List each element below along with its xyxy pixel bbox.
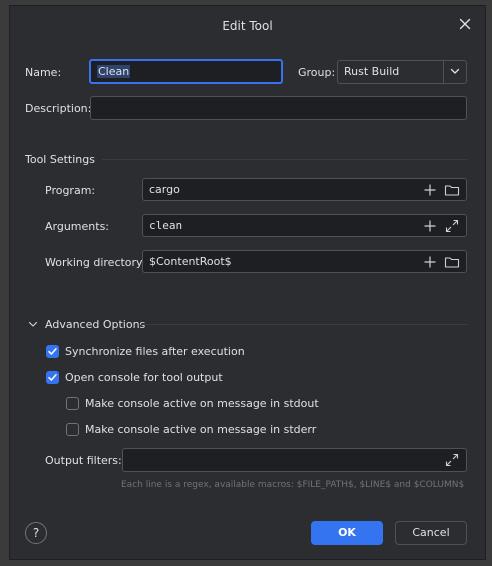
name-value: Clean — [97, 65, 131, 78]
open-console-checkbox[interactable] — [46, 371, 59, 384]
description-input[interactable] — [90, 96, 467, 120]
ok-button[interactable]: OK — [311, 521, 383, 545]
plus-icon[interactable] — [422, 254, 438, 270]
arguments-value: clean — [149, 219, 183, 232]
folder-icon[interactable] — [444, 182, 460, 198]
cancel-button[interactable]: Cancel — [395, 521, 467, 545]
console-active-stdout-label[interactable]: Make console active on message in stdout — [85, 397, 319, 410]
sync-files-checkbox[interactable] — [46, 345, 59, 358]
chevron-down-icon[interactable] — [448, 64, 462, 78]
plus-icon[interactable] — [422, 218, 438, 234]
open-console-label[interactable]: Open console for tool output — [65, 371, 223, 384]
console-active-stderr-checkbox[interactable] — [66, 423, 79, 436]
close-icon[interactable] — [457, 16, 473, 32]
tool-settings-separator — [102, 159, 467, 160]
console-active-stdout-checkbox[interactable] — [66, 397, 79, 410]
working-directory-label: Working directory: — [45, 256, 146, 269]
expand-icon[interactable] — [444, 452, 460, 468]
plus-icon[interactable] — [422, 182, 438, 198]
program-label: Program: — [45, 184, 96, 197]
group-select[interactable]: Rust Build — [337, 60, 467, 84]
description-label: Description: — [25, 102, 92, 115]
name-input[interactable]: Clean — [89, 59, 283, 84]
dialog-title: Edit Tool — [222, 19, 273, 33]
name-label: Name: — [25, 66, 62, 79]
console-active-stderr-label[interactable]: Make console active on message in stderr — [85, 423, 316, 436]
chevron-down-icon[interactable] — [26, 317, 40, 331]
program-input[interactable]: cargo — [142, 178, 467, 201]
tool-settings-title: Tool Settings — [25, 153, 95, 166]
output-filters-input[interactable] — [122, 448, 467, 472]
title-bar: Edit Tool — [10, 6, 485, 46]
folder-icon[interactable] — [444, 254, 460, 270]
output-filters-label: Output filters: — [45, 454, 122, 467]
arguments-label: Arguments: — [45, 220, 110, 233]
output-filters-hint: Each line is a regex, available macros: … — [121, 480, 465, 490]
help-button[interactable]: ? — [25, 522, 47, 544]
program-value: cargo — [149, 183, 180, 196]
sync-files-label[interactable]: Synchronize files after execution — [65, 345, 245, 358]
arguments-input[interactable]: clean — [142, 214, 467, 237]
edit-tool-dialog: Edit Tool Name: Clean Group: Rust Build … — [9, 5, 486, 560]
group-label: Group: — [298, 66, 336, 79]
group-value: Rust Build — [344, 65, 400, 78]
working-directory-input[interactable]: $ContentRoot$ — [142, 250, 467, 273]
advanced-options-title[interactable]: Advanced Options — [45, 318, 145, 331]
working-directory-value: $ContentRoot$ — [149, 255, 232, 268]
advanced-options-separator — [141, 324, 467, 325]
group-select-divider — [443, 61, 444, 83]
expand-icon[interactable] — [444, 218, 460, 234]
